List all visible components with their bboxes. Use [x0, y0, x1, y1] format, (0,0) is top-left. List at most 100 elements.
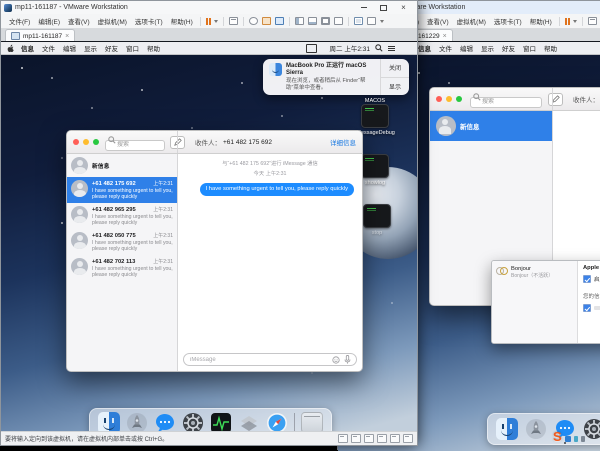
macos-menu-file[interactable]: 文件 — [439, 43, 452, 53]
message-input[interactable] — [183, 353, 357, 366]
macos-app-menu[interactable]: 信息 — [21, 43, 34, 53]
display-menu-icon[interactable] — [306, 44, 317, 53]
conversation-new-message[interactable]: 新信息 — [430, 111, 552, 141]
macos-menu-display[interactable]: 显示 — [84, 43, 97, 53]
spotlight-search-icon[interactable] — [375, 44, 383, 52]
account-row-bonjour[interactable]: Bonjour Bonjour（不活跃） — [496, 266, 573, 279]
macos-menu-help[interactable]: 帮助 — [544, 43, 557, 53]
emoji-icon[interactable] — [332, 356, 340, 364]
send-ctrl-alt-del-button[interactable] — [229, 17, 238, 25]
macos-menu-window[interactable]: 窗口 — [523, 43, 536, 53]
pause-vm-button[interactable] — [563, 18, 579, 25]
notification-banner[interactable]: MacBook Pro 正运行 macOS Sierra 现在浏览，或者稍后从 … — [263, 59, 409, 95]
dock-system-preferences-icon[interactable] — [583, 418, 600, 440]
menu-vm[interactable]: 虚拟机(M) — [94, 15, 131, 27]
notification-show-button[interactable]: 显示 — [381, 77, 409, 96]
maximize-button[interactable] — [377, 3, 390, 12]
close-window-button[interactable] — [73, 139, 79, 145]
menu-tabs[interactable]: 选项卡(T) — [490, 15, 526, 27]
sogou-logo[interactable]: S — [553, 430, 562, 443]
menu-tabs[interactable]: 选项卡(T) — [131, 15, 167, 27]
details-link[interactable]: 详细信息 — [330, 137, 356, 147]
desktop-icon-macos[interactable]: MACOS — [353, 96, 397, 104]
microphone-icon[interactable] — [344, 355, 351, 364]
messages-window-left[interactable]: 收件人： +61 482 175 692 详细信息 新信息 — [66, 130, 363, 372]
sogou-input-bar[interactable]: S — [553, 430, 585, 443]
status-cdrom-icon[interactable] — [351, 434, 361, 443]
menu-view[interactable]: 查看(V) — [423, 15, 453, 27]
accounts-list[interactable]: Bonjour Bonjour（不活跃） — [492, 261, 578, 343]
pause-vm-button[interactable] — [204, 18, 220, 25]
status-message-icon[interactable] — [403, 434, 413, 443]
messages-toolbar[interactable]: 收件人： — [430, 88, 600, 111]
conversation-row[interactable]: 新信息 — [67, 154, 177, 177]
show-thumbnail-bar-button[interactable] — [308, 17, 317, 25]
status-network-icon[interactable] — [364, 434, 374, 443]
macos-menu-display[interactable]: 显示 — [481, 43, 494, 53]
info-checkbox-row[interactable] — [583, 304, 600, 312]
status-sound-icon[interactable] — [377, 434, 387, 443]
messages-toolbar[interactable]: 收件人： +61 482 175 692 详细信息 — [67, 131, 362, 154]
search-field[interactable] — [470, 90, 542, 108]
menu-view[interactable]: 查看(V) — [64, 15, 94, 27]
close-tab-icon[interactable]: × — [65, 33, 69, 40]
console-view-button[interactable] — [354, 17, 363, 25]
status-usb-icon[interactable] — [390, 434, 400, 443]
take-snapshot-button[interactable] — [249, 17, 258, 25]
compose-button[interactable] — [548, 93, 563, 106]
search-field[interactable] — [105, 133, 165, 151]
macos-menu-window[interactable]: 窗口 — [126, 43, 139, 53]
macos-menu-edit[interactable]: 编辑 — [460, 43, 473, 53]
close-window-button[interactable] — [436, 96, 442, 102]
checkbox-checked-icon[interactable] — [583, 304, 591, 312]
notification-center-icon[interactable] — [388, 46, 395, 51]
dock-finder-icon[interactable] — [496, 418, 518, 440]
macos-menu-buddies[interactable]: 好友 — [105, 43, 118, 53]
checkbox-checked-icon[interactable] — [583, 275, 591, 283]
close-tab-icon[interactable]: × — [443, 33, 447, 40]
minimize-button[interactable] — [357, 3, 370, 12]
message-input-row[interactable] — [183, 353, 357, 366]
fit-guest-button[interactable] — [367, 17, 376, 25]
status-harddisk-icon[interactable] — [338, 434, 348, 443]
macos-menu-file[interactable]: 文件 — [42, 43, 55, 53]
input-mode-icon[interactable] — [565, 436, 571, 442]
dock-launchpad-icon[interactable] — [525, 418, 547, 440]
apple-menu-icon[interactable] — [7, 44, 14, 52]
conversation-row[interactable]: +61 482 050 775上午2:31 I have something u… — [67, 229, 177, 255]
vmware-window-left[interactable]: mp11-161187 - VMware Workstation × 文件(F)… — [0, 0, 418, 446]
macos-app-menu[interactable]: 信息 — [418, 43, 431, 53]
menu-help[interactable]: 帮助(H) — [526, 15, 556, 27]
close-button[interactable]: × — [397, 3, 410, 12]
conversation-row[interactable]: +61 482 702 113上午2:31 I have something u… — [67, 255, 177, 281]
minimize-window-button[interactable] — [83, 139, 89, 145]
zoom-window-button[interactable] — [456, 96, 462, 102]
show-library-button[interactable] — [295, 17, 304, 25]
fullscreen-button[interactable] — [321, 17, 330, 25]
unity-mode-button[interactable] — [334, 17, 343, 25]
recipient-row[interactable]: 收件人： — [573, 94, 600, 104]
menubar-clock[interactable]: 周二 上午2:31 — [330, 43, 370, 53]
menu-edit[interactable]: 编辑(E) — [34, 15, 64, 27]
macos-menu-help[interactable]: 帮助 — [147, 43, 160, 53]
messages-preferences-window[interactable]: Bonjour Bonjour（不活跃） Apple ID 启用此帐户 您的信息 — [491, 260, 600, 344]
macos-menu-buddies[interactable]: 好友 — [502, 43, 515, 53]
zoom-window-button[interactable] — [93, 139, 99, 145]
revert-snapshot-button[interactable] — [262, 17, 271, 25]
menu-vm[interactable]: 虚拟机(M) — [453, 15, 490, 27]
left-vm-screen[interactable]: 信息 文件 编辑 显示 好友 窗口 帮助 周二 上午2:31 — [1, 41, 417, 435]
minimize-window-button[interactable] — [446, 96, 452, 102]
recipient-row[interactable]: 收件人： +61 482 175 692 详细信息 — [195, 137, 362, 147]
input-punctuation-icon[interactable] — [574, 436, 578, 442]
input-mic-icon[interactable] — [581, 436, 585, 442]
left-window-titlebar[interactable]: mp11-161187 - VMware Workstation × — [1, 1, 417, 14]
menu-help[interactable]: 帮助(H) — [167, 15, 197, 27]
manage-snapshots-button[interactable] — [275, 17, 284, 25]
menu-file[interactable]: 文件(F) — [5, 15, 34, 27]
conversation-row[interactable]: +61 482 175 692上午2:31 I have something u… — [67, 177, 177, 203]
conversation-list[interactable]: 新信息 +61 482 175 692上午2:31 I have somethi… — [67, 154, 178, 371]
macos-menu-edit[interactable]: 编辑 — [63, 43, 76, 53]
conversation-row[interactable]: +61 482 965 295上午2:31 I have something u… — [67, 203, 177, 229]
enable-account-checkbox-row[interactable]: 启用此帐户 — [583, 275, 600, 283]
send-ctrl-alt-del-button[interactable] — [588, 17, 597, 25]
